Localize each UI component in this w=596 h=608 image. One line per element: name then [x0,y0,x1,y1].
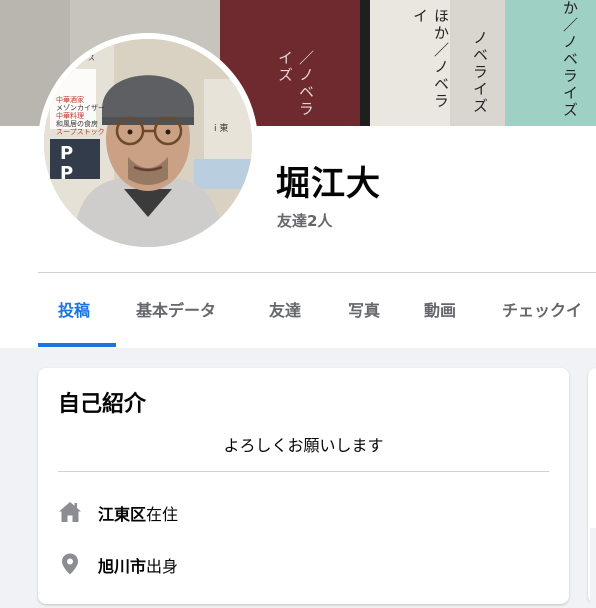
avatar-sign-text: P [60,163,74,184]
avatar-sign-text: ントランス [60,54,95,62]
avatar-photo: ントランス 中華酒家 メゾンカイザー 中華料理 和風居の食房 スープストック P… [44,39,252,247]
avatar-sign-text: スープストック [56,128,105,136]
from-place-link[interactable]: 旭川市 [98,557,146,576]
intro-card: 自己紹介 よろしくお願いします 江東区在住 旭川市出身 [38,368,569,604]
tab-videos[interactable]: 動画 [424,273,456,348]
from-suffix: 出身 [146,557,179,576]
friends-count[interactable]: 友達2人 [277,210,332,231]
tab-about[interactable]: 基本データ [136,273,216,348]
avatar-sign-text: i 東 [214,124,229,134]
cover-book-text: ほか／ノベライ [411,8,450,110]
avatar-portrait [44,39,252,247]
active-tab-indicator [38,343,116,347]
location-pin-icon [62,553,78,575]
profile-name: 堀江大 [276,164,381,204]
tab-posts[interactable]: 投稿 [58,273,90,348]
lives-suffix: 在住 [146,505,179,524]
avatar-sign-text: P [60,143,74,164]
cover-book-spine [505,0,596,126]
from-text: 旭川市出身 [98,553,178,577]
intro-bio: よろしくお願いします [223,436,384,455]
profile-avatar[interactable]: ントランス 中華酒家 メゾンカイザー 中華料理 和風居の食房 スープストック P… [38,33,258,253]
lives-place-link[interactable]: 江東区 [98,505,146,524]
tab-friends[interactable]: 友達 [269,273,301,348]
tab-photos[interactable]: 写真 [348,273,380,348]
lives-in-text: 江東区在住 [98,501,178,525]
intro-title: 自己紹介 [58,392,147,417]
cover-book-gap [360,0,370,126]
cover-book-text: か／ノベライズ [561,0,579,119]
cover-book-text: ／ノベライズ [276,50,315,118]
intro-divider [58,471,549,472]
profile-tabs: 投稿 基本データ 友達 写真 動画 チェックイ [38,273,596,348]
home-icon [59,502,81,522]
cover-book-text: ノベライズ [471,30,489,115]
side-card-gap [590,528,596,608]
tab-checkins[interactable]: チェックイ [502,273,582,348]
